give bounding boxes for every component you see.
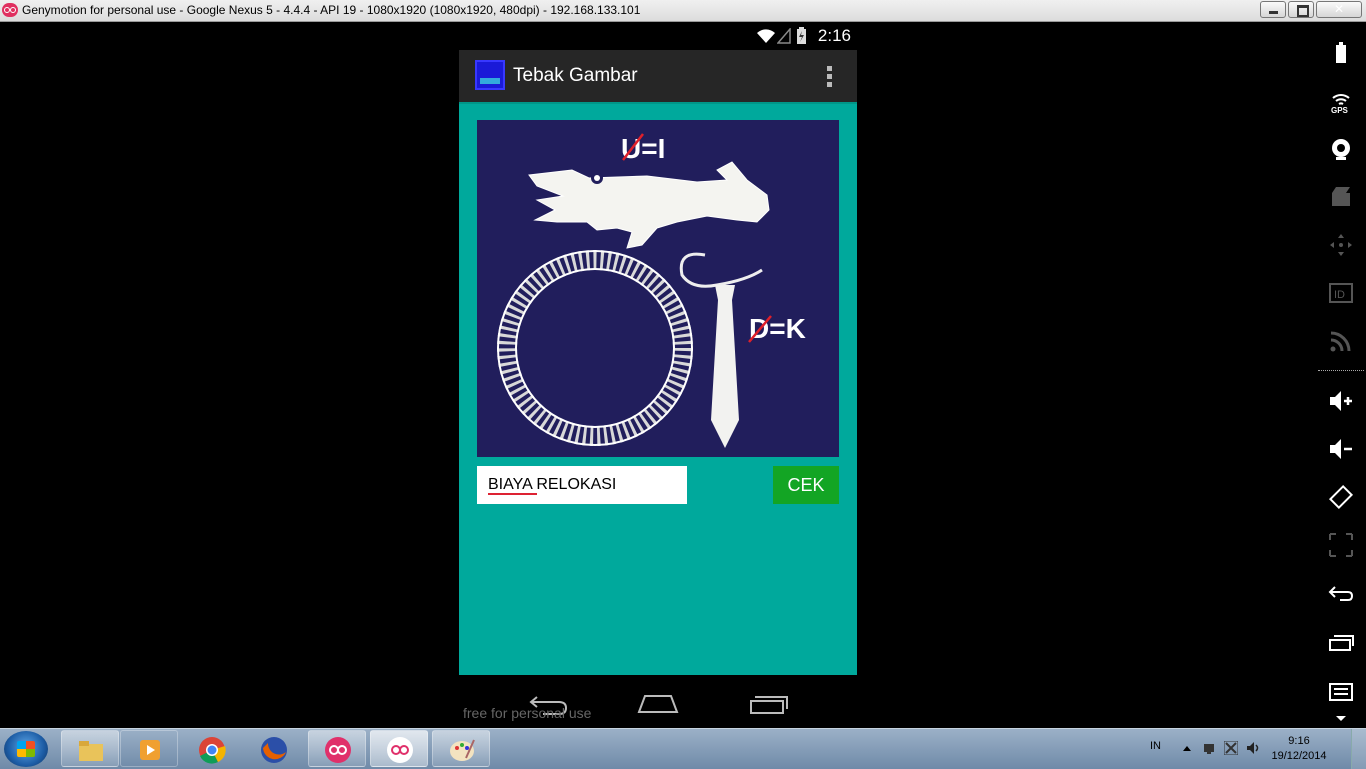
android-status-bar: 2:16 xyxy=(459,24,857,50)
taskbar-genymotion-player-button[interactable] xyxy=(370,730,428,767)
overflow-menu-icon[interactable] xyxy=(827,66,833,88)
clock-date: 19/12/2014 xyxy=(1271,750,1327,762)
minimize-button[interactable] xyxy=(1260,1,1286,18)
back-tool-icon[interactable] xyxy=(1328,580,1354,606)
genymotion-logo-icon xyxy=(2,3,18,17)
show-desktop-button[interactable] xyxy=(1351,729,1366,769)
puzzle-image: U=I D=K xyxy=(477,120,839,457)
gps-tool-icon[interactable]: GPS xyxy=(1328,88,1354,115)
app-icon xyxy=(475,60,505,90)
network-tray-icon[interactable] xyxy=(1202,741,1216,755)
recents-nav-icon[interactable] xyxy=(749,693,789,715)
language-indicator[interactable]: IN xyxy=(1150,740,1161,752)
folder-icon xyxy=(79,741,103,761)
maximize-button[interactable] xyxy=(1288,1,1314,18)
close-button[interactable] xyxy=(1316,1,1362,18)
check-button[interactable]: CEK xyxy=(773,466,839,504)
taskbar-explorer-button[interactable] xyxy=(61,730,119,767)
start-button[interactable] xyxy=(4,731,48,767)
rotate-icon[interactable] xyxy=(1328,484,1354,510)
rss-tool-icon[interactable] xyxy=(1328,328,1354,354)
paint-palette-icon xyxy=(450,739,475,761)
android-screen: Tebak Gambar U=I D=K BIAYA RELOKASI CEK xyxy=(459,50,857,675)
puzzle-text-2: D=K xyxy=(749,313,806,344)
emulator-side-toolbar: GPS ID xyxy=(1316,22,1366,728)
spellcheck-underline xyxy=(488,493,537,495)
taskbar-clock[interactable]: 9:16 19/12/2014 xyxy=(1268,734,1330,764)
necktie-drawing xyxy=(679,252,763,448)
svg-text:GPS: GPS xyxy=(1331,106,1349,114)
taskbar-paint-button[interactable] xyxy=(432,730,490,767)
action-bar: Tebak Gambar xyxy=(459,50,857,104)
window-title: Genymotion for personal use - Google Nex… xyxy=(22,3,641,17)
webcam-tool-icon[interactable] xyxy=(1328,136,1354,162)
app-title: Tebak Gambar xyxy=(513,65,638,86)
taskbar-media-player-button[interactable] xyxy=(120,730,178,767)
volume-down-icon[interactable] xyxy=(1328,436,1354,462)
screencast-tool-icon[interactable] xyxy=(1328,184,1354,210)
crocodile-drawing xyxy=(528,161,770,249)
remote-control-tool-icon[interactable] xyxy=(1328,232,1354,258)
recents-tool-icon[interactable] xyxy=(1328,628,1354,654)
taskbar-firefox-button[interactable] xyxy=(244,730,302,767)
volume-up-icon[interactable] xyxy=(1328,388,1354,414)
status-time: 2:16 xyxy=(817,26,851,45)
window-title-bar: Genymotion for personal use - Google Nex… xyxy=(0,0,1366,22)
media-player-icon xyxy=(140,740,160,760)
taskbar-genymotion-button[interactable] xyxy=(308,730,366,767)
system-tray: IN 9:16 19/12/2014 xyxy=(1140,729,1366,769)
answer-input[interactable]: BIAYA RELOKASI xyxy=(477,466,687,504)
firefox-icon xyxy=(261,737,287,763)
battery-tool-icon[interactable] xyxy=(1328,40,1354,66)
volume-tray-icon[interactable] xyxy=(1246,741,1260,755)
genymotion-icon xyxy=(325,737,351,763)
pixel-perfect-icon[interactable] xyxy=(1328,532,1354,558)
clock-time: 9:16 xyxy=(1288,735,1310,747)
windows-taskbar: IN 9:16 19/12/2014 xyxy=(0,728,1366,769)
svg-text:ID: ID xyxy=(1334,289,1345,301)
device-id-tool-icon[interactable]: ID xyxy=(1328,280,1354,306)
signal-icon xyxy=(777,28,791,44)
rail-ring-drawing xyxy=(497,250,693,446)
personal-use-watermark: free for personal use xyxy=(463,705,592,721)
taskbar-chrome-button[interactable] xyxy=(182,730,240,767)
menu-tool-icon[interactable] xyxy=(1328,676,1354,702)
puzzle-text-1: U=I xyxy=(621,133,665,164)
wifi-icon xyxy=(757,29,775,43)
show-hidden-icons-icon[interactable] xyxy=(1180,741,1194,755)
genymotion-player-icon xyxy=(387,737,413,763)
home-nav-icon[interactable] xyxy=(637,692,679,714)
action-center-icon[interactable] xyxy=(1224,741,1238,755)
chrome-icon xyxy=(199,737,226,764)
battery-charging-icon xyxy=(797,27,806,44)
